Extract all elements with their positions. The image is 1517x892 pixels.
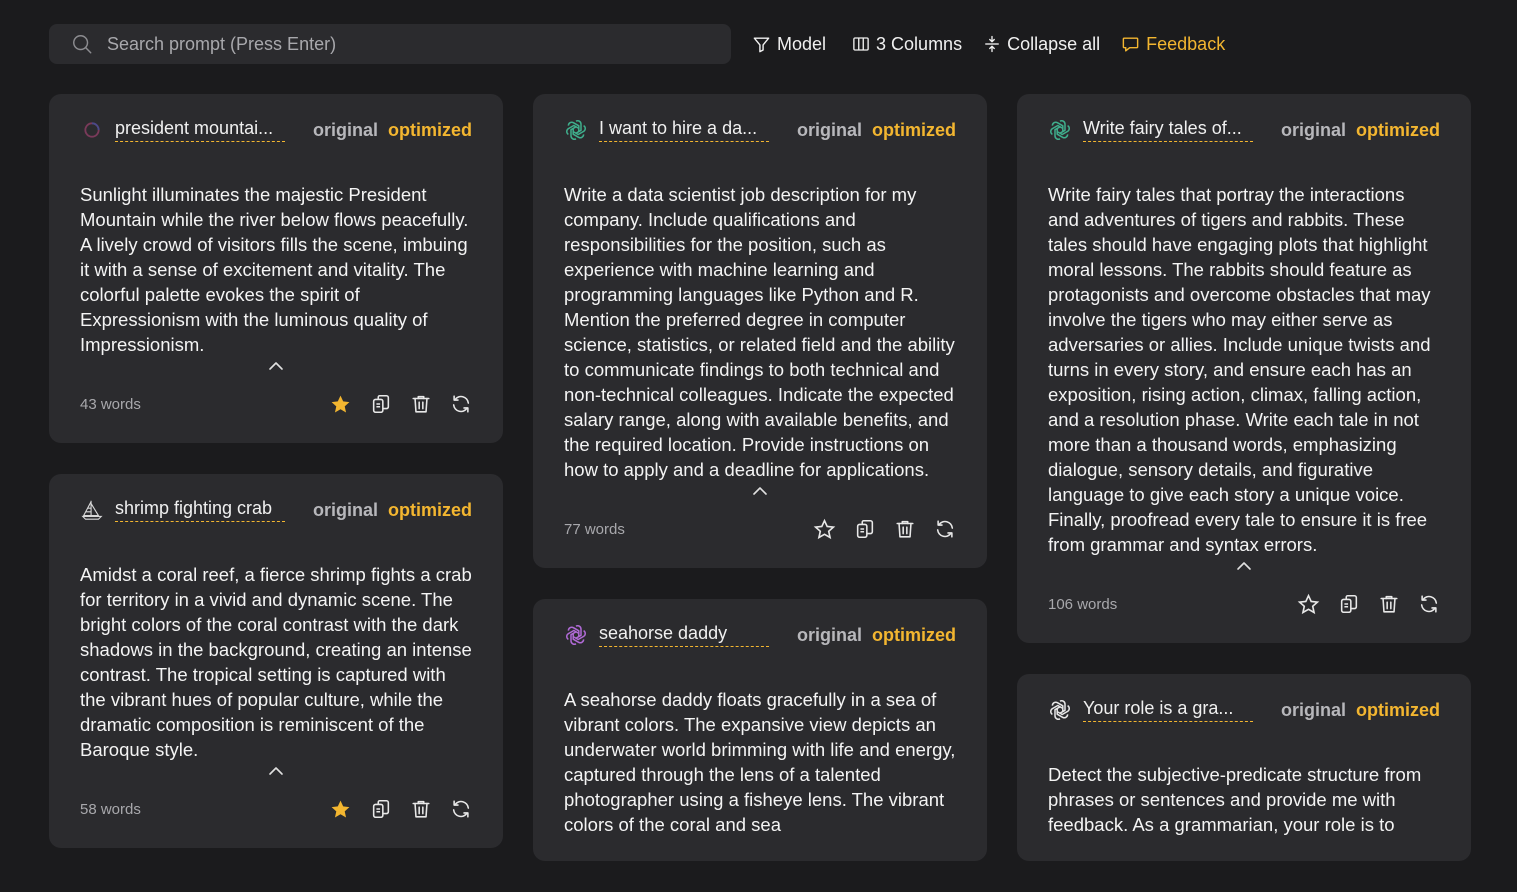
- optimized-tab[interactable]: optimized: [1356, 120, 1440, 141]
- collapse-toggle[interactable]: [80, 361, 472, 375]
- columns-button[interactable]: 3 Columns: [852, 34, 962, 55]
- prompt-text: Write a data scientist job description f…: [564, 184, 955, 480]
- loading-ring-icon: [80, 118, 104, 142]
- trash-icon[interactable]: [893, 518, 916, 541]
- openai-green-icon: [1048, 118, 1072, 142]
- toolbar: Model 3 Columns Collapse all Feedback: [49, 24, 1449, 64]
- word-count: 43 words: [80, 395, 141, 413]
- word-count: 106 words: [1048, 595, 1118, 613]
- collapse-toggle[interactable]: [80, 766, 472, 780]
- search-bar[interactable]: [49, 24, 731, 64]
- refresh-icon[interactable]: [1417, 593, 1440, 616]
- card-title[interactable]: president mountai...: [115, 118, 285, 142]
- prompt-card: Write fairy tales of... original optimiz…: [1017, 94, 1471, 643]
- sailboat-icon: [80, 498, 104, 522]
- prompt-text: Detect the subjective-predicate structur…: [1048, 764, 1422, 835]
- search-input[interactable]: [107, 33, 667, 55]
- chevron-up-icon: [1236, 561, 1252, 571]
- original-tab[interactable]: original: [1281, 700, 1346, 721]
- trash-icon[interactable]: [409, 393, 432, 416]
- search-icon: [73, 35, 92, 54]
- prompt-text: Amidst a coral reef, a fierce shrimp fig…: [80, 564, 472, 760]
- prompt-card: Your role is a gra... original optimized…: [1017, 674, 1471, 861]
- optimized-tab[interactable]: optimized: [1356, 700, 1440, 721]
- columns-label: 3 Columns: [876, 33, 963, 54]
- column-3: Write fairy tales of... original optimiz…: [1017, 94, 1471, 892]
- model-filter-button[interactable]: Model: [752, 34, 826, 55]
- original-tab[interactable]: original: [797, 625, 862, 646]
- copy-icon[interactable]: [369, 798, 392, 821]
- openai-purple-icon: [564, 623, 588, 647]
- prompt-card: shrimp fighting crab original optimized …: [49, 474, 503, 848]
- prompt-text: Sunlight illuminates the majestic Presid…: [80, 184, 469, 355]
- filter-icon: [753, 36, 770, 52]
- copy-icon[interactable]: [369, 393, 392, 416]
- trash-icon[interactable]: [409, 798, 432, 821]
- feedback-label: Feedback: [1146, 33, 1226, 54]
- word-count: 77 words: [564, 520, 625, 538]
- optimized-tab[interactable]: optimized: [872, 625, 956, 646]
- optimized-tab[interactable]: optimized: [388, 500, 472, 521]
- collapse-all-label: Collapse all: [1007, 33, 1101, 54]
- prompt-text: Write fairy tales that portray the inter…: [1048, 184, 1431, 555]
- word-count: 58 words: [80, 800, 141, 818]
- original-tab[interactable]: original: [1281, 120, 1346, 141]
- openai-green-icon: [564, 118, 588, 142]
- card-title[interactable]: I want to hire a da...: [599, 118, 769, 142]
- collapse-all-button[interactable]: Collapse all: [983, 34, 1100, 55]
- column-1: president mountai... original optimized …: [49, 94, 503, 879]
- star-icon[interactable]: [329, 798, 352, 821]
- trash-icon[interactable]: [1377, 593, 1400, 616]
- refresh-icon[interactable]: [449, 798, 472, 821]
- model-filter-label: Model: [777, 33, 827, 54]
- copy-icon[interactable]: [1337, 593, 1360, 616]
- column-2: I want to hire a da... original optimize…: [533, 94, 987, 892]
- columns-icon: [853, 37, 869, 51]
- collapse-toggle[interactable]: [564, 486, 956, 500]
- prompt-text: A seahorse daddy floats gracefully in a …: [564, 689, 956, 835]
- chat-bubble-icon: [1122, 36, 1139, 52]
- original-tab[interactable]: original: [797, 120, 862, 141]
- chevron-up-icon: [752, 486, 768, 496]
- chevron-up-icon: [268, 361, 284, 371]
- optimized-tab[interactable]: optimized: [872, 120, 956, 141]
- optimized-tab[interactable]: optimized: [388, 120, 472, 141]
- star-icon[interactable]: [329, 393, 352, 416]
- feedback-button[interactable]: Feedback: [1121, 34, 1225, 55]
- prompt-card: I want to hire a da... original optimize…: [533, 94, 987, 568]
- card-title[interactable]: seahorse daddy: [599, 623, 769, 647]
- star-outline-icon[interactable]: [1297, 593, 1320, 616]
- card-title[interactable]: Your role is a gra...: [1083, 698, 1253, 722]
- chevron-up-icon: [268, 766, 284, 776]
- original-tab[interactable]: original: [313, 500, 378, 521]
- openai-white-icon: [1048, 698, 1072, 722]
- collapse-toggle[interactable]: [1048, 561, 1440, 575]
- card-title[interactable]: shrimp fighting crab: [115, 498, 285, 522]
- prompt-card: president mountai... original optimized …: [49, 94, 503, 443]
- card-title[interactable]: Write fairy tales of...: [1083, 118, 1253, 142]
- star-outline-icon[interactable]: [813, 518, 836, 541]
- prompt-card: seahorse daddy original optimized A seah…: [533, 599, 987, 861]
- copy-icon[interactable]: [853, 518, 876, 541]
- collapse-icon: [985, 35, 999, 53]
- original-tab[interactable]: original: [313, 120, 378, 141]
- refresh-icon[interactable]: [449, 393, 472, 416]
- refresh-icon[interactable]: [933, 518, 956, 541]
